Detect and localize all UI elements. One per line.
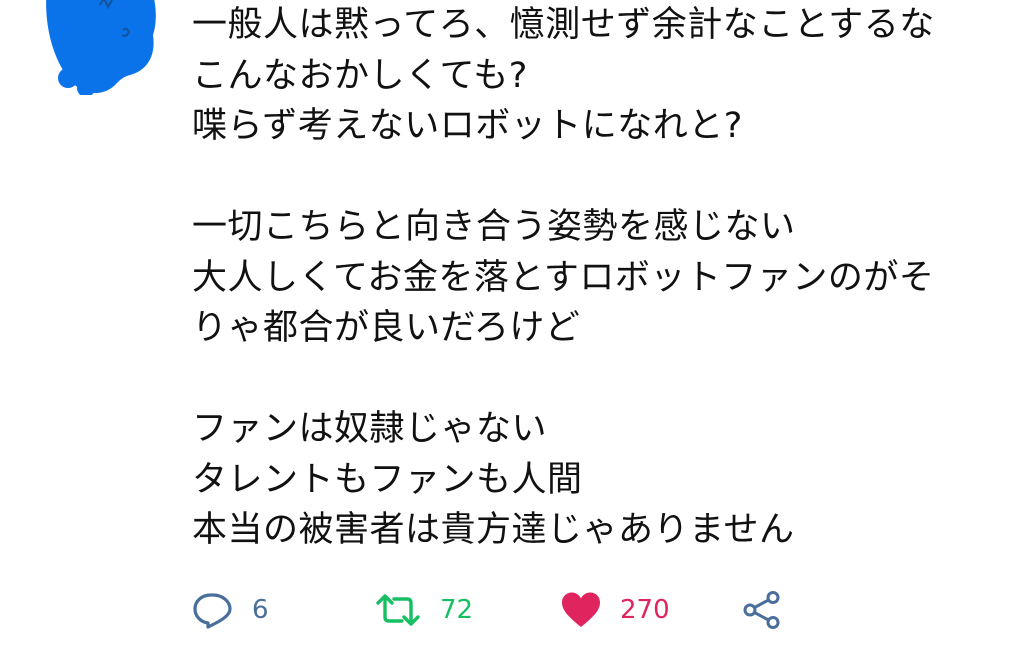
reply-icon [193, 593, 232, 629]
tweet-text: 一般人は黙ってろ、憶測せず余計なことするな こんなおかしくても? 喋らず考えない… [192, 0, 1012, 556]
tweet-text-line: 大人しくてお金を落とすロボットファンのがそ [192, 257, 935, 298]
share-button[interactable] [742, 585, 782, 635]
retweet-button[interactable]: 72 [374, 585, 473, 635]
tweet-action-bar: 6 72 270 [0, 585, 1024, 635]
like-button[interactable]: 270 [560, 585, 670, 635]
reply-count: 6 [252, 595, 269, 625]
tweet-text-line: タレントもファンも人間 [192, 459, 583, 500]
like-count: 270 [620, 595, 670, 625]
reply-button[interactable]: 6 [192, 585, 269, 635]
retweet-count: 72 [440, 595, 474, 625]
tweet-text-line: ファンは奴隷じゃない [192, 409, 548, 449]
tweet-card: 一般人は黙ってろ、憶測せず余計なことするな こんなおかしくても? 喋らず考えない… [0, 0, 1024, 650]
retweet-icon [376, 594, 420, 626]
tweet-text-line: 一般人は黙ってろ、憶測せず余計なことするな [192, 5, 935, 45]
tweet-text-line: りゃ都合が良いだろけど [192, 308, 581, 348]
tweet-text-line: 一切こちらと向き合う姿勢を感じない [192, 207, 796, 247]
tweet-text-line: 喋らず考えないロボットになれと? [192, 106, 743, 146]
avatar[interactable] [38, 0, 158, 95]
tweet-text-line: こんなおかしくても? [192, 55, 528, 96]
share-icon [743, 591, 780, 629]
heart-icon [562, 592, 600, 627]
tweet-text-line: 本当の被害者は貴方達じゃありません [192, 510, 795, 550]
